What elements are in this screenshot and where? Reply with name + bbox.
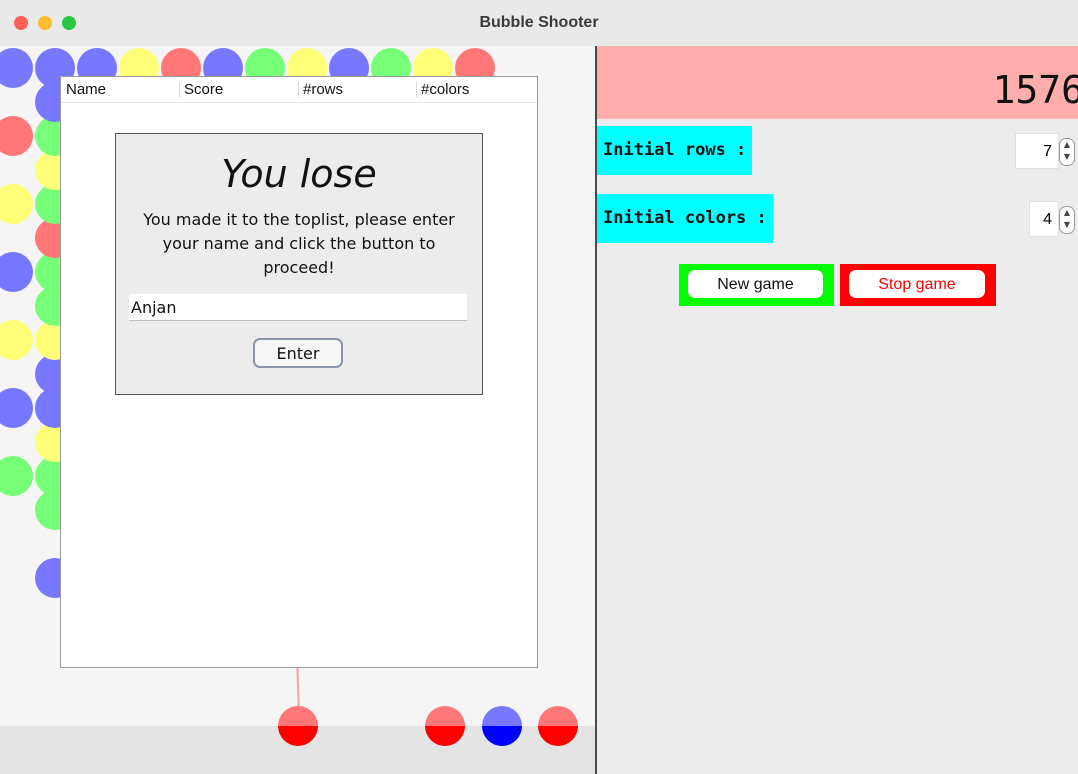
dialog-title: You lose	[221, 152, 377, 196]
column-header-rows[interactable]: #rows	[303, 81, 343, 98]
current-ball	[278, 706, 318, 746]
bubble	[0, 388, 33, 428]
column-header-name[interactable]: Name	[66, 81, 106, 98]
player-name-input[interactable]	[129, 294, 467, 321]
window-title: Bubble Shooter	[479, 14, 599, 31]
bubble	[0, 48, 33, 88]
initial-rows-spinner[interactable]: 7	[1015, 133, 1059, 169]
initial-colors-label: Initial colors :	[597, 194, 773, 243]
rows-stepper-arrows-icon[interactable]: ▲ ▼	[1059, 138, 1075, 166]
score-panel: 1576	[597, 46, 1078, 119]
enter-button[interactable]: Enter	[253, 338, 343, 368]
control-panel: 1576 Initial rows : 7 ▲ ▼ Initial colors …	[597, 46, 1078, 774]
next-ball-1	[425, 706, 465, 746]
bubble	[0, 252, 33, 292]
next-ball-3	[538, 706, 578, 746]
bubble	[0, 456, 33, 496]
initial-rows-label: Initial rows :	[597, 126, 753, 175]
toplist-header: Name Score #rows #colors	[61, 77, 537, 103]
next-ball-2	[482, 706, 522, 746]
stop-game-button[interactable]: Stop game	[849, 270, 985, 298]
score-value: 1576	[992, 68, 1078, 112]
stop-game-frame: Stop game	[840, 264, 996, 306]
dialog-message: You made it to the toplist, please enter…	[143, 210, 455, 277]
window-titlebar: Bubble Shooter	[0, 0, 1078, 47]
bubble	[0, 320, 33, 360]
new-game-frame: New game	[679, 264, 834, 306]
bubble	[0, 184, 33, 224]
you-lose-dialog: You lose You made it to the toplist, ple…	[115, 133, 483, 395]
column-header-score[interactable]: Score	[184, 81, 223, 98]
new-game-button[interactable]: New game	[688, 270, 823, 298]
colors-stepper-arrows-icon[interactable]: ▲ ▼	[1059, 206, 1075, 234]
column-header-colors[interactable]: #colors	[421, 81, 469, 98]
initial-colors-spinner[interactable]: 4	[1029, 201, 1059, 237]
bubble	[0, 116, 33, 156]
